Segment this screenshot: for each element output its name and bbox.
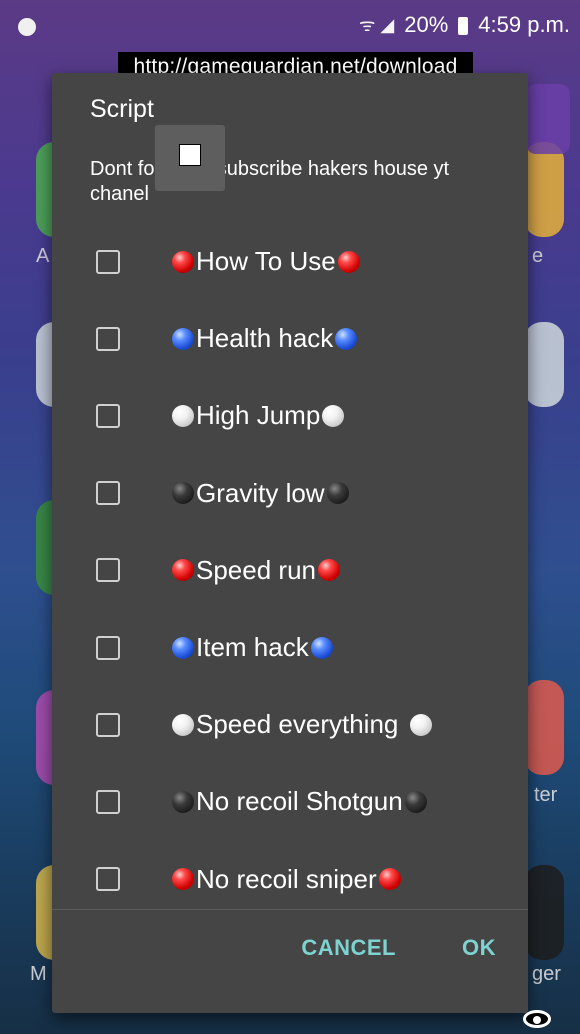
bg-label: e [532, 245, 544, 267]
option-row[interactable]: Speed run [52, 532, 528, 609]
black-ball-icon [404, 790, 427, 813]
cancel-button[interactable]: CANCEL [301, 935, 396, 961]
blue-ball-icon [172, 327, 194, 350]
option-checkbox[interactable] [96, 558, 120, 583]
option-label-wrap: Health hack [172, 323, 358, 354]
status-right: ᯤ ◢ 20% 4:59 p.m. [359, 12, 570, 38]
option-checkbox[interactable] [96, 481, 120, 506]
floating-overlay-button[interactable] [155, 125, 225, 191]
red-ball-icon [317, 559, 340, 582]
option-label: High Jump [196, 400, 321, 431]
option-checkbox[interactable] [96, 635, 120, 660]
blue-ball-icon [335, 327, 358, 350]
option-row[interactable]: No recoil Shotgun [52, 763, 528, 840]
option-label: Item hack [196, 632, 309, 663]
option-label: Speed everything [196, 709, 399, 740]
option-label-wrap: Gravity low [172, 478, 349, 509]
option-label: Speed run [196, 554, 316, 585]
option-checkbox[interactable] [96, 789, 120, 814]
bg-label: M [30, 963, 47, 985]
gg-app-icon [526, 84, 570, 154]
option-row[interactable]: No recoil sniper [52, 841, 528, 918]
dialog-actions: CANCEL OK [301, 935, 496, 961]
bg-label: ter [534, 784, 558, 806]
option-row[interactable]: Gravity low [52, 455, 528, 532]
bg-app-icon [524, 865, 564, 960]
script-dialog: Script Dont forget to subscribe hakers h… [52, 73, 528, 1013]
blue-ball-icon [172, 636, 194, 659]
option-label: No recoil Shotgun [196, 786, 403, 817]
option-label-wrap: Speed everything [172, 709, 433, 740]
option-label-wrap: No recoil Shotgun [172, 786, 427, 817]
options-list: How To Use Health hack High Jump Gravity… [52, 223, 528, 918]
red-ball-icon [337, 250, 360, 273]
option-label: Gravity low [196, 477, 325, 508]
black-ball-icon [172, 482, 194, 505]
option-checkbox[interactable] [96, 867, 120, 892]
white-ball-icon [172, 404, 194, 427]
eye-icon[interactable] [523, 1010, 551, 1028]
option-row[interactable]: High Jump [52, 377, 528, 454]
white-ball-icon [322, 404, 345, 427]
battery-percent: 20% [404, 12, 449, 37]
bg-app-icon [524, 680, 564, 775]
option-label-wrap: High Jump [172, 400, 345, 431]
dialog-title: Script [90, 95, 154, 123]
red-ball-icon [172, 559, 194, 582]
signal-icon: ᯤ ◢ [358, 15, 395, 35]
notification-icon [18, 18, 36, 36]
bg-app-icon [524, 142, 564, 237]
clock: 4:59 p.m. [478, 12, 570, 37]
option-label: Health hack [196, 323, 334, 354]
option-checkbox[interactable] [96, 403, 120, 428]
white-ball-icon [410, 713, 433, 736]
red-ball-icon [172, 250, 194, 273]
bg-label: ger [532, 963, 561, 985]
battery-icon [458, 17, 469, 35]
option-checkbox[interactable] [96, 249, 120, 274]
option-row[interactable]: Health hack [52, 300, 528, 377]
dialog-message: Dont forget to subscribe hakers house yt… [90, 158, 450, 205]
black-ball-icon [326, 482, 349, 505]
bg-app-icon [524, 322, 564, 407]
bg-label: A [36, 245, 50, 267]
option-row[interactable]: Item hack [52, 609, 528, 686]
option-label-wrap: No recoil sniper [172, 864, 401, 895]
status-bar: ᯤ ◢ 20% 4:59 p.m. [0, 0, 580, 56]
eye-pupil [533, 1016, 541, 1024]
red-ball-icon [378, 868, 401, 891]
option-label: How To Use [196, 246, 336, 277]
option-row[interactable]: Speed everything [52, 686, 528, 763]
black-ball-icon [172, 790, 194, 813]
actions-divider [52, 909, 528, 910]
red-ball-icon [172, 868, 194, 891]
overlay-square-icon [179, 144, 201, 166]
option-label-wrap: How To Use [172, 246, 360, 277]
option-label-wrap: Speed run [172, 555, 340, 586]
option-row[interactable]: How To Use [52, 223, 528, 300]
option-checkbox[interactable] [96, 326, 120, 351]
option-label: No recoil sniper [196, 863, 377, 894]
option-checkbox[interactable] [96, 712, 120, 737]
ok-button[interactable]: OK [462, 935, 496, 961]
white-ball-icon [172, 713, 194, 736]
blue-ball-icon [310, 636, 333, 659]
option-label-wrap: Item hack [172, 632, 333, 663]
